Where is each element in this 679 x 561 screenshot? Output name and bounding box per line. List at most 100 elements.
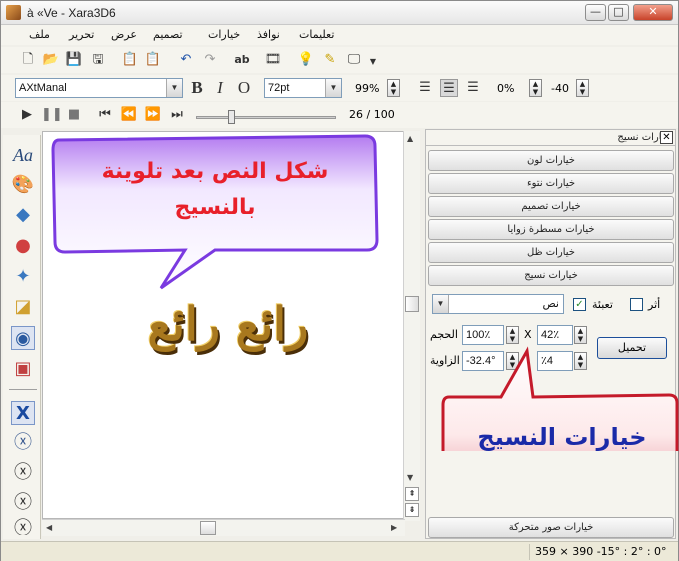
maximize-button[interactable]: □ bbox=[608, 4, 629, 21]
fill-label: تعبئة bbox=[592, 298, 613, 311]
left-tool-strip: Aa 🎨 ◆ ● ✦ ◪ ◉ ▣ X ⓧ ⓧ ⓧ ⓧ bbox=[3, 135, 41, 539]
outline-button[interactable]: O bbox=[235, 79, 253, 97]
italic-button[interactable]: I bbox=[211, 79, 229, 97]
design-canvas[interactable]: شكل النص بعد تلوينة بالنسيج رائع رائع bbox=[42, 131, 406, 519]
spellcheck-icon[interactable]: ab bbox=[233, 51, 251, 69]
menu-windows[interactable]: نوافذ bbox=[257, 28, 280, 41]
clipboard-icon[interactable]: 📋 bbox=[121, 51, 139, 69]
playback-toolbar: ▶ ❚❚ ■ ⏮ ⏪ ⏩ ⏭ 26 / 100 bbox=[1, 102, 678, 128]
canvas-callout-text: شكل النص بعد تلوينة بالنسيج bbox=[101, 159, 329, 220]
save-icon[interactable]: 💾 bbox=[65, 51, 83, 69]
font-size-value: 72pt bbox=[268, 82, 290, 94]
animation-icon[interactable]: 🎞 bbox=[264, 51, 282, 69]
times-label: X bbox=[524, 328, 532, 341]
undo-icon[interactable]: ↶ bbox=[177, 51, 195, 69]
menu-file[interactable]: ملف bbox=[29, 28, 50, 41]
menu-options[interactable]: خيارات bbox=[208, 28, 240, 41]
x-style-1-icon[interactable]: ⓧ bbox=[11, 431, 35, 455]
last-frame-icon[interactable]: ⏭ bbox=[168, 106, 186, 124]
pause-icon[interactable]: ❚❚ bbox=[41, 106, 63, 124]
font-name-select[interactable]: AXtManal ▼ bbox=[15, 78, 183, 98]
font-name-value: AXtManal bbox=[19, 82, 67, 94]
scroll-down-icon[interactable]: ▼ bbox=[407, 473, 413, 482]
status-bar: 359 × 390 -15° : 2° : 0° bbox=[1, 541, 678, 561]
text-tool-icon[interactable]: Aa bbox=[11, 143, 35, 167]
texture-tool-icon[interactable]: ◉ bbox=[11, 326, 35, 350]
close-button[interactable]: ✕ bbox=[633, 4, 673, 21]
zoom-spinner[interactable]: ▲ ▼ bbox=[387, 79, 400, 97]
paste-icon[interactable]: 📋 bbox=[144, 51, 162, 69]
section-animation-options[interactable]: خيارات صور متحركة bbox=[428, 517, 674, 538]
standard-toolbar: 🗋 📂 💾 🖫 📋 📋 ↶ ↷ ab 🎞 💡 ✎ 🖵 ▼ bbox=[1, 47, 678, 73]
scroll-left-icon[interactable]: ◀ bbox=[46, 523, 52, 532]
page-up-icon[interactable]: ⇞ bbox=[405, 487, 419, 501]
dropdown-arrow-icon[interactable]: ▼ bbox=[364, 53, 382, 71]
frame-slider-handle[interactable] bbox=[228, 110, 235, 124]
new-document-icon[interactable]: 🗋 bbox=[19, 51, 37, 69]
font-size-select[interactable]: 72pt ▼ bbox=[264, 78, 342, 98]
scroll-right-icon[interactable]: ▶ bbox=[391, 523, 397, 532]
light-bulb-icon[interactable]: 💡 bbox=[297, 51, 315, 69]
play-icon[interactable]: ▶ bbox=[18, 106, 36, 124]
align-right-icon[interactable]: ☰ bbox=[464, 79, 482, 97]
redo-icon[interactable]: ↷ bbox=[201, 51, 219, 69]
fill-checkbox[interactable]: ✓ bbox=[573, 298, 586, 311]
line-spacing-value: -40 bbox=[551, 82, 569, 95]
vertical-scroll-thumb[interactable] bbox=[405, 296, 419, 312]
menu-help[interactable]: تعليمات bbox=[299, 28, 334, 41]
x-style-3-icon[interactable]: ⓧ bbox=[11, 491, 35, 515]
horizontal-scroll-thumb[interactable] bbox=[200, 521, 216, 535]
spacing-value: 0% bbox=[497, 82, 515, 95]
section-texture-options[interactable]: خيارات نسيج bbox=[428, 265, 674, 286]
chevron-down-icon: ▼ bbox=[433, 295, 449, 313]
align-left-icon[interactable]: ☰ bbox=[416, 79, 434, 97]
menu-design[interactable]: تصميم bbox=[153, 28, 183, 41]
line-spacing-spinner[interactable]: ▲ ▼ bbox=[576, 79, 589, 97]
bold-button[interactable]: B bbox=[188, 79, 206, 97]
open-folder-icon[interactable]: 📂 bbox=[42, 51, 60, 69]
section-color-options[interactable]: خيارات لون bbox=[428, 150, 674, 171]
color-palette-icon[interactable]: 🎨 bbox=[11, 173, 35, 197]
xara-logo-icon[interactable]: X bbox=[11, 401, 35, 425]
frame-counter: 26 / 100 bbox=[349, 108, 395, 121]
extrude-icon[interactable]: ◆ bbox=[11, 203, 35, 227]
section-shadow-options[interactable]: خيارات ظل bbox=[428, 242, 674, 263]
magic-wand-icon[interactable]: ✎ bbox=[321, 51, 339, 69]
size-y-value: 42٪ bbox=[541, 329, 560, 341]
canvas-horizontal-scrollbar[interactable]: ◀ ▶ bbox=[42, 519, 405, 536]
x-style-2-icon[interactable]: ⓧ bbox=[11, 461, 35, 485]
app-icon bbox=[6, 5, 21, 20]
previous-frame-icon[interactable]: ⏪ bbox=[120, 106, 138, 124]
section-angle-options[interactable]: خيارات مسطرة زوايا bbox=[428, 219, 674, 240]
trace-checkbox[interactable] bbox=[630, 298, 643, 311]
trace-label: أثر bbox=[648, 298, 661, 311]
minimize-button[interactable]: — bbox=[585, 4, 606, 21]
export-icon[interactable]: 🖫 bbox=[89, 51, 107, 69]
first-frame-icon[interactable]: ⏮ bbox=[96, 106, 114, 124]
bevel-icon[interactable]: ● bbox=[11, 234, 35, 258]
texture-target-select[interactable]: نص ▼ bbox=[432, 294, 564, 314]
menu-edit[interactable]: تحرير bbox=[69, 28, 94, 41]
frame-slider-track[interactable] bbox=[196, 116, 336, 119]
section-bevel-options[interactable]: خيارات نتوء bbox=[428, 173, 674, 194]
page-down-icon[interactable]: ⇟ bbox=[405, 503, 419, 517]
align-center-icon[interactable]: ☰ bbox=[440, 79, 458, 97]
section-design-options[interactable]: خيارات تصميم bbox=[428, 196, 674, 217]
lighting-icon[interactable]: ✦ bbox=[11, 265, 35, 289]
spacing-spinner[interactable]: ▲ ▼ bbox=[529, 79, 542, 97]
scroll-up-icon[interactable]: ▲ bbox=[407, 134, 413, 143]
stop-icon[interactable]: ■ bbox=[65, 106, 83, 124]
shadow-icon[interactable]: ◪ bbox=[11, 295, 35, 319]
x-style-4-icon[interactable]: ⓧ bbox=[11, 517, 35, 535]
display-icon[interactable]: 🖵 bbox=[345, 51, 363, 69]
panel-header: خيارات نسيج bbox=[426, 130, 675, 146]
canvas-vertical-scrollbar[interactable]: ▲ ▼ ⇞ ⇟ bbox=[403, 131, 420, 521]
texture-options-panel: خيارات نسيج ✕ خيارات لون خيارات نتوء خيا… bbox=[425, 129, 676, 539]
textured-3d-text: رائع رائع bbox=[147, 297, 309, 351]
panel-close-icon[interactable]: ✕ bbox=[660, 131, 673, 144]
title-bar: à «Ve - Xara3D6 — □ ✕ bbox=[1, 1, 678, 25]
menu-view[interactable]: عرض bbox=[111, 28, 137, 41]
animation-tool-icon[interactable]: ▣ bbox=[11, 357, 35, 381]
next-frame-icon[interactable]: ⏩ bbox=[144, 106, 162, 124]
size-x-value: 100٪ bbox=[466, 329, 491, 341]
